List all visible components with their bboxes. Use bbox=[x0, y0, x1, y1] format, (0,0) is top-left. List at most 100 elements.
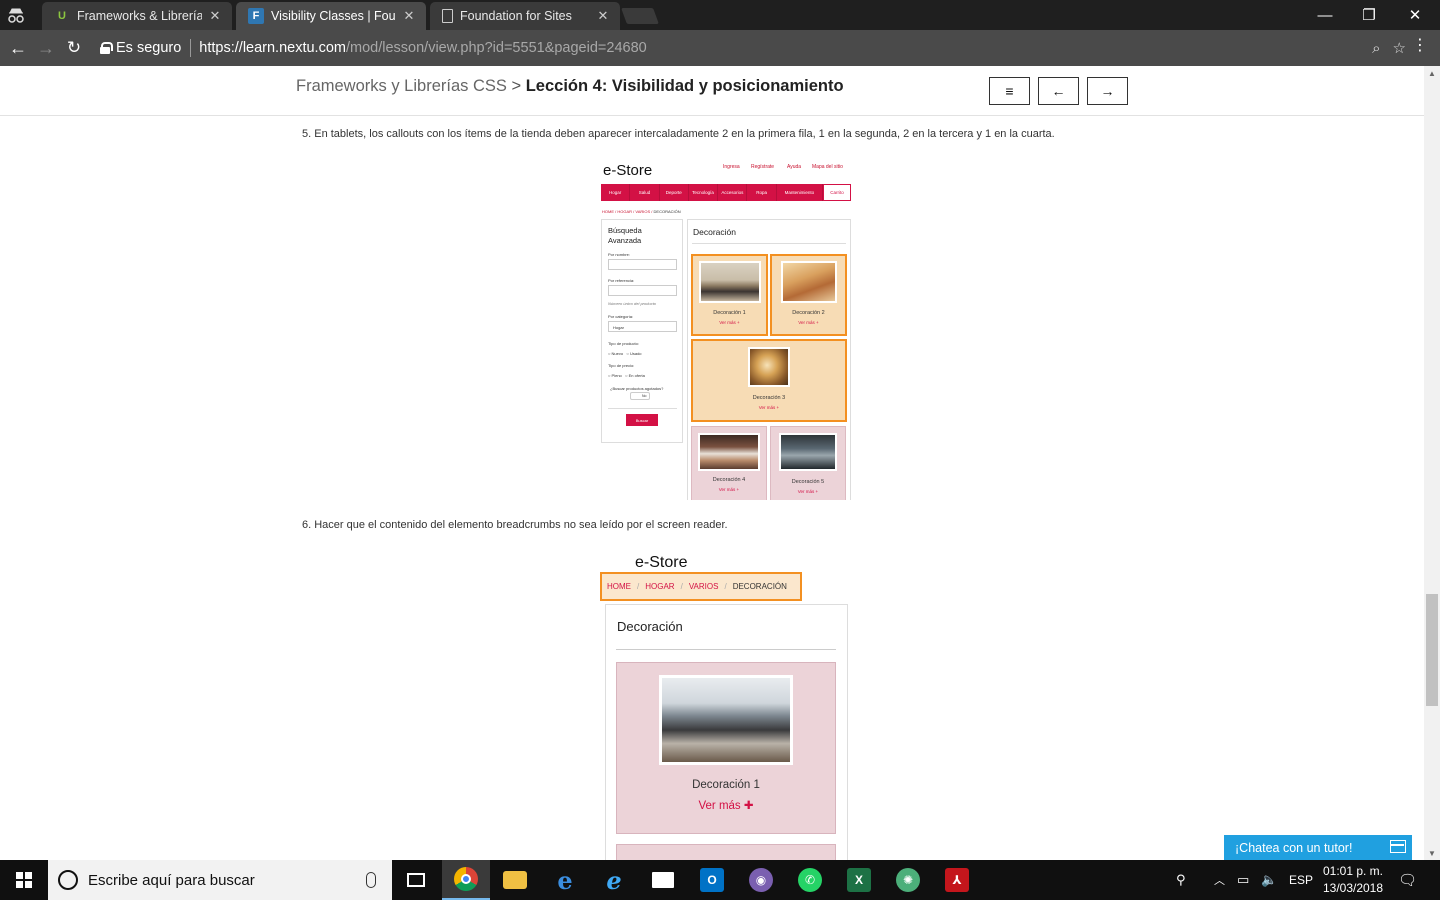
close-tab-icon[interactable]: ✕ bbox=[402, 8, 416, 24]
volume-icon[interactable]: 🔈 bbox=[1261, 860, 1277, 900]
browser-toolbar: ← → ↻ Es seguro https://learn.nextu.com … bbox=[0, 30, 1440, 66]
product-card: Decoración 5 Ver más + bbox=[770, 426, 846, 500]
instruction-step-6: 6. Hacer que el contenido del elemento b… bbox=[302, 519, 728, 531]
show-hidden-icons[interactable]: ︿ bbox=[1214, 860, 1225, 900]
task-view-icon bbox=[407, 873, 425, 887]
product-name: Decoración 1 bbox=[692, 779, 760, 791]
crumb: DECORACIÓN bbox=[732, 582, 787, 591]
reload-icon[interactable]: ↻ bbox=[62, 36, 86, 60]
people-icon[interactable]: ⚲ bbox=[1176, 860, 1186, 900]
scroll-down-icon[interactable]: ▼ bbox=[1424, 846, 1440, 860]
estore-mobile-screenshot: e-Store HOME / HOGAR / VARIOS / DECORACI… bbox=[597, 552, 855, 860]
taskbar-acrobat[interactable]: ⅄ bbox=[933, 860, 981, 900]
taskbar-excel[interactable]: X bbox=[835, 860, 883, 900]
taskbar-outlook[interactable]: O bbox=[688, 860, 736, 900]
nav-item: Mantenimiento bbox=[777, 184, 824, 201]
top-link: Ayuda bbox=[787, 164, 802, 170]
start-button[interactable] bbox=[0, 860, 48, 900]
nextu-icon: U bbox=[58, 10, 66, 22]
chrome-menu-icon[interactable]: ⋮ bbox=[1412, 38, 1428, 54]
nav-item: Ropa bbox=[747, 184, 777, 201]
tab-title: Visibility Classes | Founda bbox=[271, 9, 396, 23]
crumb: DECORACIÓN bbox=[653, 209, 681, 214]
taskbar-ie[interactable]: e bbox=[590, 860, 638, 900]
task-view-button[interactable] bbox=[392, 860, 440, 900]
scroll-up-icon[interactable]: ▲ bbox=[1424, 66, 1440, 80]
product-image bbox=[698, 261, 761, 303]
tutor-chat-button[interactable]: ¡Chatea con un tutor! bbox=[1224, 835, 1412, 860]
lesson-menu-button[interactable]: ≡ bbox=[989, 77, 1030, 105]
breadcrumbs-highlight: HOME / HOGAR / VARIOS / DECORACIÓN bbox=[600, 572, 802, 601]
taskbar-edge[interactable]: e bbox=[541, 860, 589, 900]
incognito-icon bbox=[8, 8, 24, 23]
product-name: Decoración 5 bbox=[791, 479, 825, 485]
search-placeholder: Escribe aquí para buscar bbox=[88, 871, 255, 889]
chat-label: ¡Chatea con un tutor! bbox=[1235, 840, 1353, 855]
prev-page-button[interactable]: ← bbox=[1038, 77, 1079, 105]
product-image bbox=[748, 347, 790, 387]
taskbar-clock[interactable]: 01:01 p. m. 13/03/2018 bbox=[1318, 863, 1388, 897]
crumb: HOGAR bbox=[617, 209, 633, 214]
minimize-icon[interactable]: — bbox=[1302, 0, 1348, 30]
lesson-header: Frameworks y Librerías CSS > Lección 4: … bbox=[0, 66, 1424, 116]
radio-label: Nuevo bbox=[611, 351, 624, 356]
estore-tablet-screenshot: e-Store Ingresa Regístrate Ayuda Mapa de… bbox=[597, 156, 853, 500]
back-icon[interactable]: ← bbox=[6, 36, 30, 60]
product-image bbox=[780, 261, 837, 303]
radio-label: Usado bbox=[629, 351, 642, 356]
tab-visibility-classes[interactable]: F Visibility Classes | Founda ✕ bbox=[236, 2, 426, 30]
toggle-switch: No bbox=[630, 392, 650, 400]
see-more-link: Ver más + bbox=[758, 405, 780, 410]
close-window-icon[interactable]: ✕ bbox=[1392, 0, 1438, 30]
excel-icon: X bbox=[847, 868, 871, 892]
field-label: Por nombre: bbox=[608, 252, 631, 257]
crumb-separator: / bbox=[724, 582, 727, 591]
crumb: VARIOS bbox=[635, 209, 651, 214]
language-indicator[interactable]: ESP bbox=[1289, 860, 1313, 900]
search-button: Buscar bbox=[626, 414, 658, 426]
restore-icon[interactable]: ❐ bbox=[1346, 0, 1392, 30]
bookmark-star-icon[interactable]: ☆ bbox=[1393, 39, 1406, 57]
crumb: HOME bbox=[602, 209, 614, 214]
taskbar-search[interactable]: Escribe aquí para buscar bbox=[48, 860, 392, 900]
product-name: Decoración 4 bbox=[712, 477, 746, 483]
taskbar-chrome[interactable] bbox=[442, 860, 490, 900]
folder-icon bbox=[503, 871, 527, 889]
course-link[interactable]: Frameworks y Librerías CSS bbox=[296, 77, 507, 95]
taskbar-app-purple[interactable]: ◉ bbox=[737, 860, 785, 900]
new-tab-button[interactable] bbox=[621, 8, 659, 24]
select-value: Hogar bbox=[613, 325, 624, 330]
crumb: HOME bbox=[607, 582, 631, 591]
page-scrollbar[interactable]: ▲ ▼ bbox=[1424, 66, 1440, 860]
action-center-icon[interactable]: 🗨 bbox=[1398, 860, 1417, 900]
taskbar-whatsapp[interactable]: ✆ bbox=[786, 860, 834, 900]
close-tab-icon[interactable]: ✕ bbox=[208, 8, 222, 24]
close-tab-icon[interactable]: ✕ bbox=[596, 8, 610, 24]
address-bar[interactable]: Es seguro https://learn.nextu.com /mod/l… bbox=[92, 34, 1406, 62]
mail-icon bbox=[652, 872, 674, 888]
search-title: Búsqueda Avanzada bbox=[608, 226, 642, 245]
crumb-separator: > bbox=[511, 77, 522, 95]
zoom-icon[interactable]: ⌕ bbox=[1372, 40, 1380, 57]
foundation-icon: F bbox=[248, 8, 264, 24]
scrollbar-thumb[interactable] bbox=[1426, 594, 1438, 706]
tab-foundation-sites[interactable]: Foundation for Sites ✕ bbox=[430, 2, 620, 30]
nav-item: Hogar bbox=[601, 184, 631, 201]
forward-icon[interactable]: → bbox=[34, 36, 58, 60]
next-page-button[interactable]: → bbox=[1087, 77, 1128, 105]
microphone-icon[interactable] bbox=[366, 872, 376, 888]
product-name: Decoración 1 bbox=[713, 310, 746, 316]
window-icon[interactable] bbox=[1390, 840, 1406, 853]
lock-icon bbox=[100, 42, 113, 54]
network-icon[interactable]: ▭ bbox=[1237, 860, 1249, 900]
taskbar-mail[interactable] bbox=[639, 860, 687, 900]
edge-icon: e bbox=[557, 865, 573, 895]
taskbar-file-explorer[interactable] bbox=[491, 860, 539, 900]
see-more-link: Ver más ✚ bbox=[698, 800, 754, 812]
taskbar-app-green[interactable]: ✺ bbox=[884, 860, 932, 900]
page-content: Frameworks y Librerías CSS > Lección 4: … bbox=[0, 66, 1424, 860]
field-label: Tipo de precio: bbox=[608, 363, 635, 368]
tab-frameworks[interactable]: U Frameworks & Librerías C ✕ bbox=[42, 2, 232, 30]
url-host: https://learn.nextu.com bbox=[199, 40, 346, 56]
name-input bbox=[608, 259, 677, 270]
